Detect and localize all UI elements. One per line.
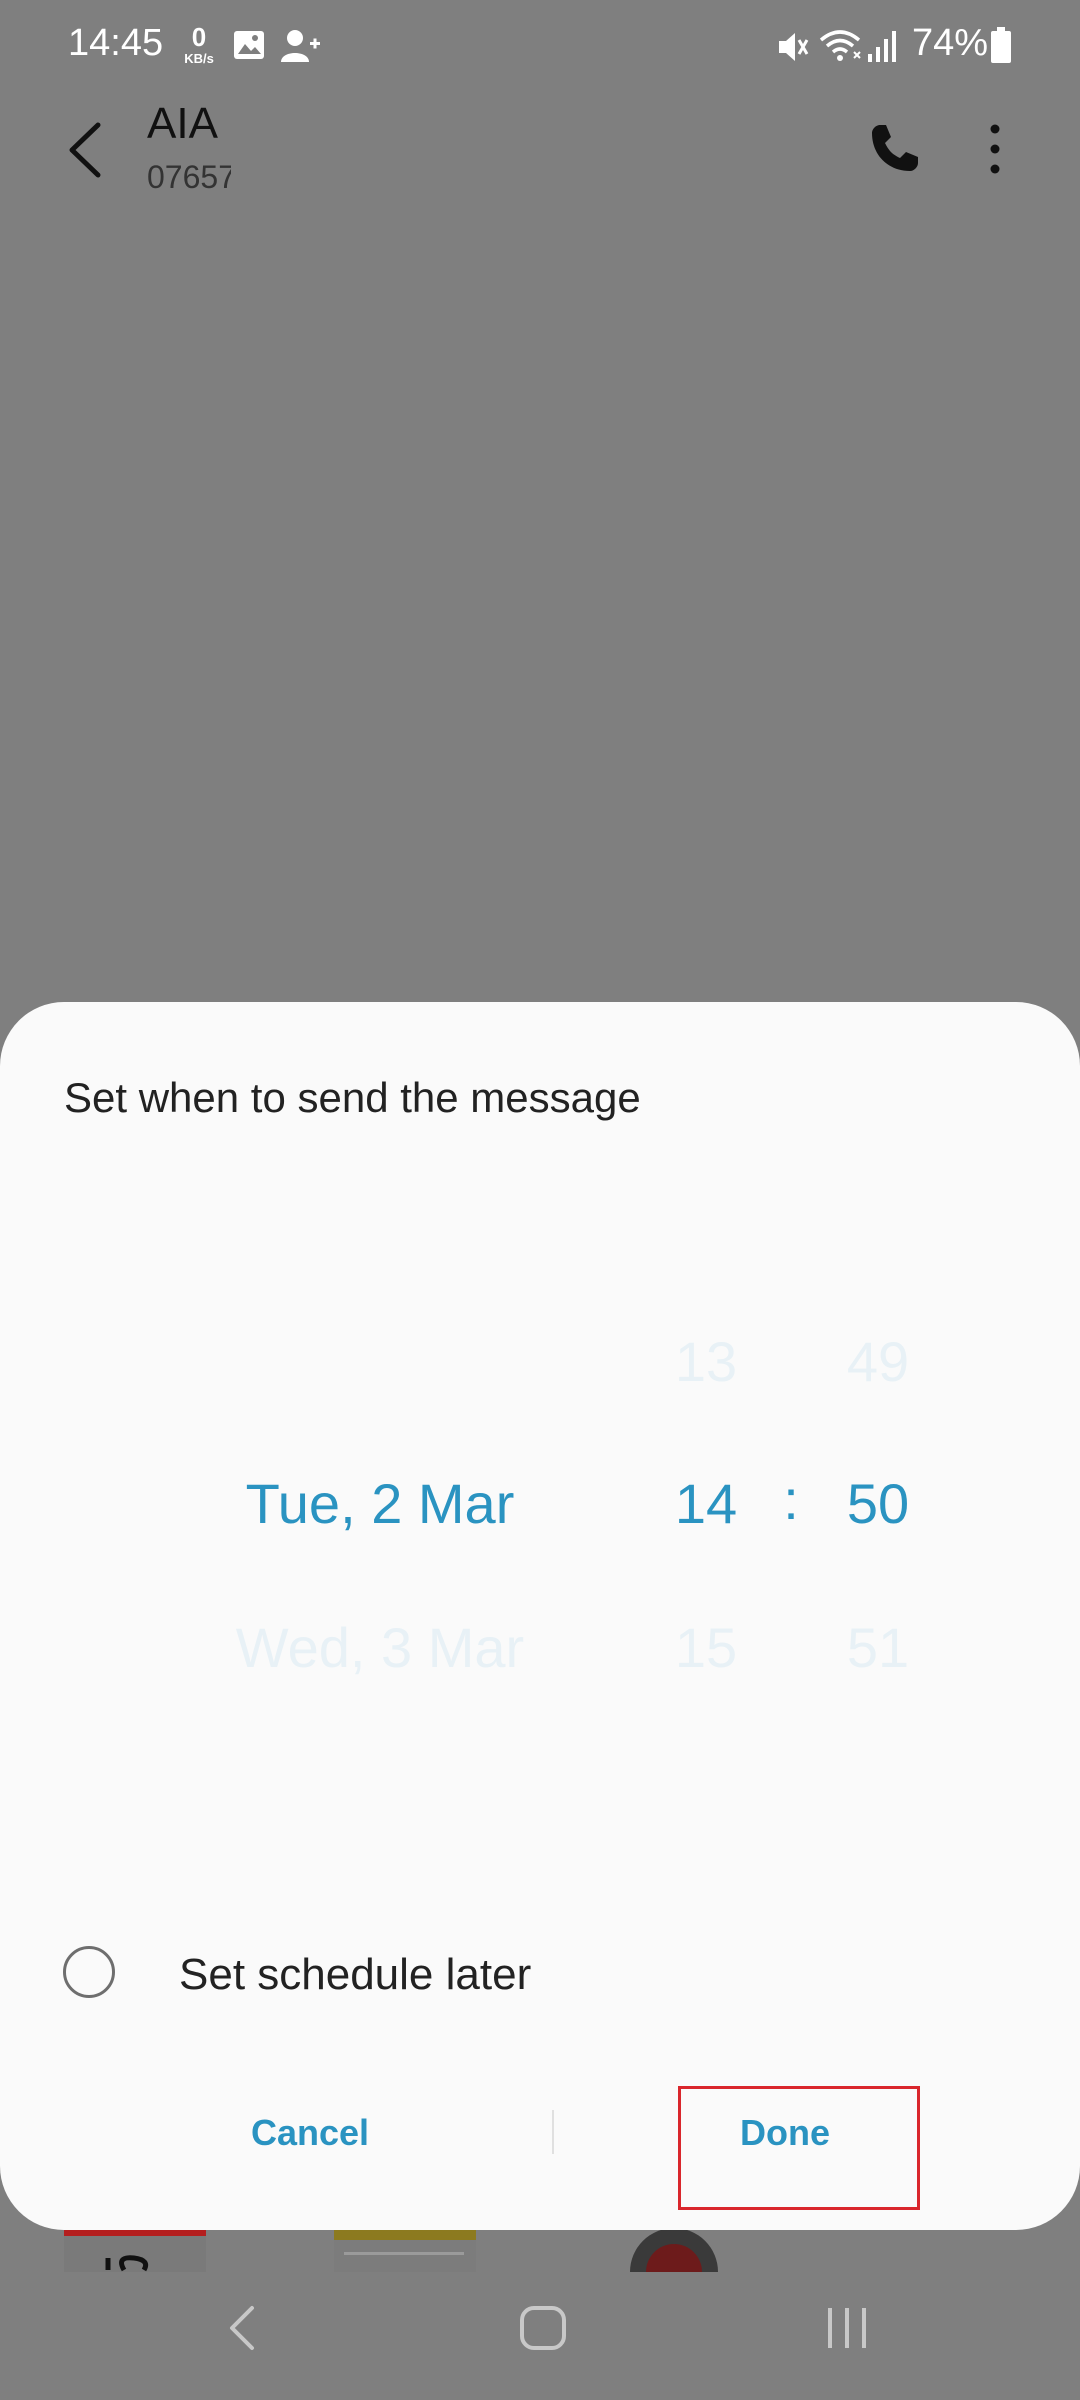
network-speed-value: 0 [191, 22, 207, 52]
nav-home-icon [520, 2306, 566, 2350]
contact-name: AIA [147, 99, 218, 148]
signal-icon [866, 28, 900, 69]
schedule-message-dialog: Set when to send the message Tue, 2 Mar … [0, 1002, 1080, 2230]
dialog-title: Set when to send the message [64, 1074, 641, 1121]
note-attachment-icon [334, 2230, 476, 2277]
nav-recents-icon [828, 2308, 866, 2348]
mute-icon [776, 28, 810, 71]
status-time: 14:45 [68, 22, 164, 64]
nav-back-button[interactable] [222, 2300, 262, 2361]
phone-icon [872, 125, 918, 171]
more-options-button[interactable] [970, 119, 1020, 179]
time-separator: : [783, 1468, 799, 1531]
conversation-header: AIA 07657 [0, 95, 1080, 205]
schedule-later-label[interactable]: Set schedule later [179, 1950, 531, 2000]
schedule-later-radio[interactable] [63, 1946, 115, 1998]
date-picker-next[interactable]: Wed, 3 Mar [180, 1620, 580, 1676]
nav-recents-button[interactable] [822, 2300, 872, 2361]
battery-percent: 74% [912, 22, 989, 64]
gallery-icon [232, 28, 266, 67]
call-button[interactable] [866, 121, 922, 177]
button-divider [552, 2110, 554, 2154]
network-speed: 0 KB/s [177, 24, 221, 65]
status-bar: 14:45 0 KB/s 74% [0, 0, 1080, 95]
network-speed-unit: KB/s [184, 51, 214, 66]
cancel-button[interactable]: Cancel [160, 2112, 460, 2154]
voice-record-icon [628, 2228, 720, 2277]
minute-picker-prev[interactable]: 49 [818, 1334, 938, 1390]
hour-picker-prev[interactable]: 13 [646, 1334, 766, 1390]
back-button[interactable] [58, 117, 118, 183]
hour-picker-next[interactable]: 15 [646, 1620, 766, 1676]
navigation-bar [0, 2272, 1080, 2400]
more-options-icon [990, 124, 1000, 174]
contact-icon [280, 28, 322, 69]
wifi-icon [818, 28, 864, 69]
nav-back-icon [230, 2306, 254, 2350]
minute-picker-next[interactable]: 51 [818, 1620, 938, 1676]
date-picker-selected[interactable]: Tue, 2 Mar [180, 1476, 580, 1532]
back-icon [69, 122, 101, 178]
done-button-highlight [678, 2086, 920, 2210]
contact-number: 07657 [147, 159, 231, 195]
calendar-attachment-icon [64, 2230, 206, 2277]
minute-picker-selected[interactable]: 50 [818, 1476, 938, 1532]
nav-home-button[interactable] [518, 2300, 568, 2361]
battery-icon [990, 26, 1012, 69]
hour-picker-selected[interactable]: 14 [646, 1476, 766, 1532]
